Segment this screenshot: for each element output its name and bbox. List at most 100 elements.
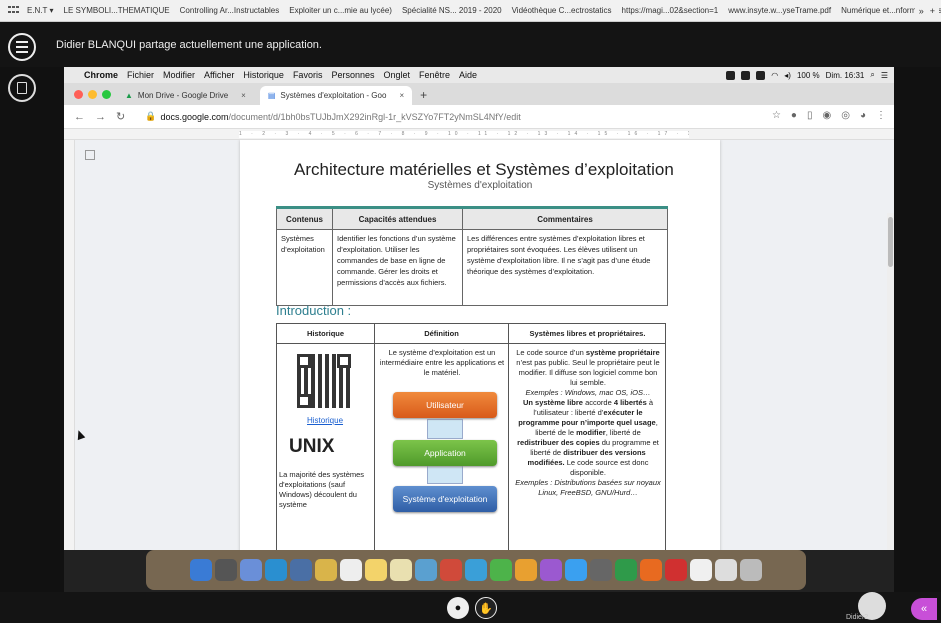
clock[interactable]: Dim. 16:31 xyxy=(826,71,865,80)
dock-app-icon[interactable] xyxy=(490,559,512,581)
spotlight-icon[interactable]: ⌕ xyxy=(870,70,874,80)
definition-text: Le système d’exploitation est un intermé… xyxy=(379,348,505,377)
text-run: 4 libertés xyxy=(613,398,647,407)
menu-item[interactable]: Historique xyxy=(243,70,284,80)
bookmark-item[interactable]: https://magi...02&section=1 xyxy=(622,6,719,15)
menu-item[interactable]: Aide xyxy=(459,70,477,80)
dock-app-icon[interactable] xyxy=(340,559,362,581)
table-row: Systèmes d’exploitation Identifier les f… xyxy=(276,229,668,306)
nav-buttons[interactable]: ←→↻ xyxy=(74,110,135,123)
extension-icon[interactable]: ▯ xyxy=(807,110,813,121)
dock-app-icon[interactable] xyxy=(265,559,287,581)
definition-column: Définition Le système d’exploitation est… xyxy=(375,324,509,550)
vertical-scrollbar[interactable] xyxy=(887,213,894,550)
status-icon[interactable] xyxy=(756,70,766,80)
dock-app-icon[interactable] xyxy=(640,559,662,581)
volume-icon[interactable]: ◂) xyxy=(784,71,791,80)
menu-item[interactable]: Fichier xyxy=(127,70,154,80)
bookmark-item[interactable]: Spécialité NS... 2019 - 2020 xyxy=(402,6,502,15)
status-icon[interactable] xyxy=(741,70,751,80)
document-page[interactable]: Architecture matérielles et Systèmes d’e… xyxy=(240,140,720,550)
bookmark-item[interactable]: www.insyte.w...yseTrame.pdf xyxy=(728,6,831,15)
lock-icon[interactable]: 🔒 xyxy=(145,111,156,122)
bookmark-item[interactable]: LE SYMBOLI...THEMATIQUE xyxy=(64,6,170,15)
dock-app-icon[interactable] xyxy=(515,559,537,581)
menu-app-name[interactable]: Chrome xyxy=(84,70,118,80)
bookmarks-bar: E.N.T ▾ LE SYMBOLI...THEMATIQUE Controll… xyxy=(0,0,941,22)
dock-app-icon[interactable] xyxy=(465,559,487,581)
kebab-menu-icon[interactable]: ⋮ xyxy=(876,110,886,121)
maximize-window-icon[interactable] xyxy=(102,90,111,99)
extension-icon[interactable]: ◎ xyxy=(841,110,850,121)
dock-app-icon[interactable] xyxy=(365,559,387,581)
dock-app-icon[interactable] xyxy=(290,559,312,581)
dock-app-icon[interactable] xyxy=(665,559,687,581)
dock-app-icon[interactable] xyxy=(540,559,562,581)
menu-item[interactable]: Modifier xyxy=(163,70,195,80)
text-run: n’est pas public. Seul le propriétaire p… xyxy=(516,358,660,387)
tab-label: Mon Drive - Google Drive xyxy=(137,91,229,100)
text-run: Exemples : Windows, mac OS, iOS… xyxy=(525,388,651,397)
tab-drive[interactable]: ▲ Mon Drive - Google Drive × xyxy=(117,86,254,105)
extension-icon[interactable]: ● xyxy=(791,110,797,121)
close-tab-icon[interactable]: × xyxy=(399,91,404,100)
hamburger-menu-button[interactable] xyxy=(8,33,36,61)
menu-item[interactable]: Favoris xyxy=(293,70,323,80)
table-header: Historique xyxy=(277,324,374,344)
dock-app-icon[interactable] xyxy=(390,559,412,581)
wifi-icon[interactable]: ◠ xyxy=(771,71,778,80)
dock-app-icon[interactable] xyxy=(715,559,737,581)
text-run: Exemples : Distributions basées sur noya… xyxy=(515,478,661,497)
qr-code[interactable] xyxy=(297,354,351,408)
status-icon[interactable] xyxy=(726,70,736,80)
menu-item[interactable]: Afficher xyxy=(204,70,234,80)
menu-item[interactable]: Onglet xyxy=(383,70,410,80)
menu-item[interactable]: Fenêtre xyxy=(419,70,450,80)
new-tab-icon[interactable]: + xyxy=(420,88,427,105)
diagram-box-application: Application xyxy=(393,440,497,466)
dock-app-icon[interactable] xyxy=(415,559,437,581)
raise-hand-icon[interactable]: ✋ xyxy=(475,597,497,619)
close-tab-icon[interactable]: × xyxy=(241,91,246,100)
document-canvas[interactable]: Architecture matérielles et Systèmes d’e… xyxy=(75,140,894,550)
dock-app-icon[interactable] xyxy=(565,559,587,581)
participants-icon[interactable]: ● xyxy=(447,597,469,619)
qr-finder xyxy=(297,354,311,368)
docs-icon: ▤ xyxy=(267,91,276,100)
star-icon[interactable]: ☆ xyxy=(772,110,781,121)
profile-icon[interactable]: ◕ xyxy=(860,110,866,121)
bookmark-item[interactable]: Vidéothèque C...ectrostatics xyxy=(512,6,612,15)
url-field[interactable]: docs.google.com/document/d/1bh0bsTUJbJmX… xyxy=(160,112,520,122)
dock-app-icon[interactable] xyxy=(240,559,262,581)
tab-docs[interactable]: ▤ Systèmes d'exploitation - Goo × xyxy=(259,86,413,105)
dock-app-icon[interactable] xyxy=(615,559,637,581)
apps-grid-icon[interactable] xyxy=(8,5,19,16)
notes-panel-button[interactable] xyxy=(8,74,36,102)
menu-item[interactable]: Personnes xyxy=(331,70,374,80)
dock-app-icon[interactable] xyxy=(440,559,462,581)
document-title: Architecture matérielles et Systèmes d’e… xyxy=(294,160,674,179)
minimize-window-icon[interactable] xyxy=(88,90,97,99)
history-link[interactable]: Historique xyxy=(307,416,343,425)
close-window-icon[interactable] xyxy=(74,90,83,99)
bookmarks-overflow-button[interactable]: » + xyxy=(914,0,939,21)
dock-app-icon[interactable] xyxy=(215,559,237,581)
text-run: modifier xyxy=(576,428,606,437)
extension-icon[interactable]: ◉ xyxy=(822,110,831,121)
bookmark-item[interactable]: E.N.T ▾ xyxy=(27,6,54,15)
dock-app-icon[interactable] xyxy=(190,559,212,581)
table-header: Systèmes libres et propriétaires. xyxy=(509,324,666,344)
collapse-panel-button[interactable]: « xyxy=(911,598,937,620)
scrollbar-thumb[interactable] xyxy=(888,217,893,267)
bookmark-item[interactable]: Exploiter un c...mie au lycée) xyxy=(289,6,392,15)
menu-list-icon[interactable]: ☰ xyxy=(881,71,888,80)
dock-app-icon[interactable] xyxy=(590,559,612,581)
dock-app-icon[interactable] xyxy=(690,559,712,581)
plus-icon[interactable]: + xyxy=(930,6,935,16)
dock-app-icon[interactable] xyxy=(315,559,337,581)
dock-app-icon[interactable] xyxy=(740,559,762,581)
vertical-ruler xyxy=(64,140,75,550)
bookmark-item[interactable]: Controlling Ar...Instructables xyxy=(180,6,280,15)
outline-icon[interactable] xyxy=(85,150,95,160)
curriculum-table: Contenus Capacités attendues Commentaire… xyxy=(276,206,668,306)
